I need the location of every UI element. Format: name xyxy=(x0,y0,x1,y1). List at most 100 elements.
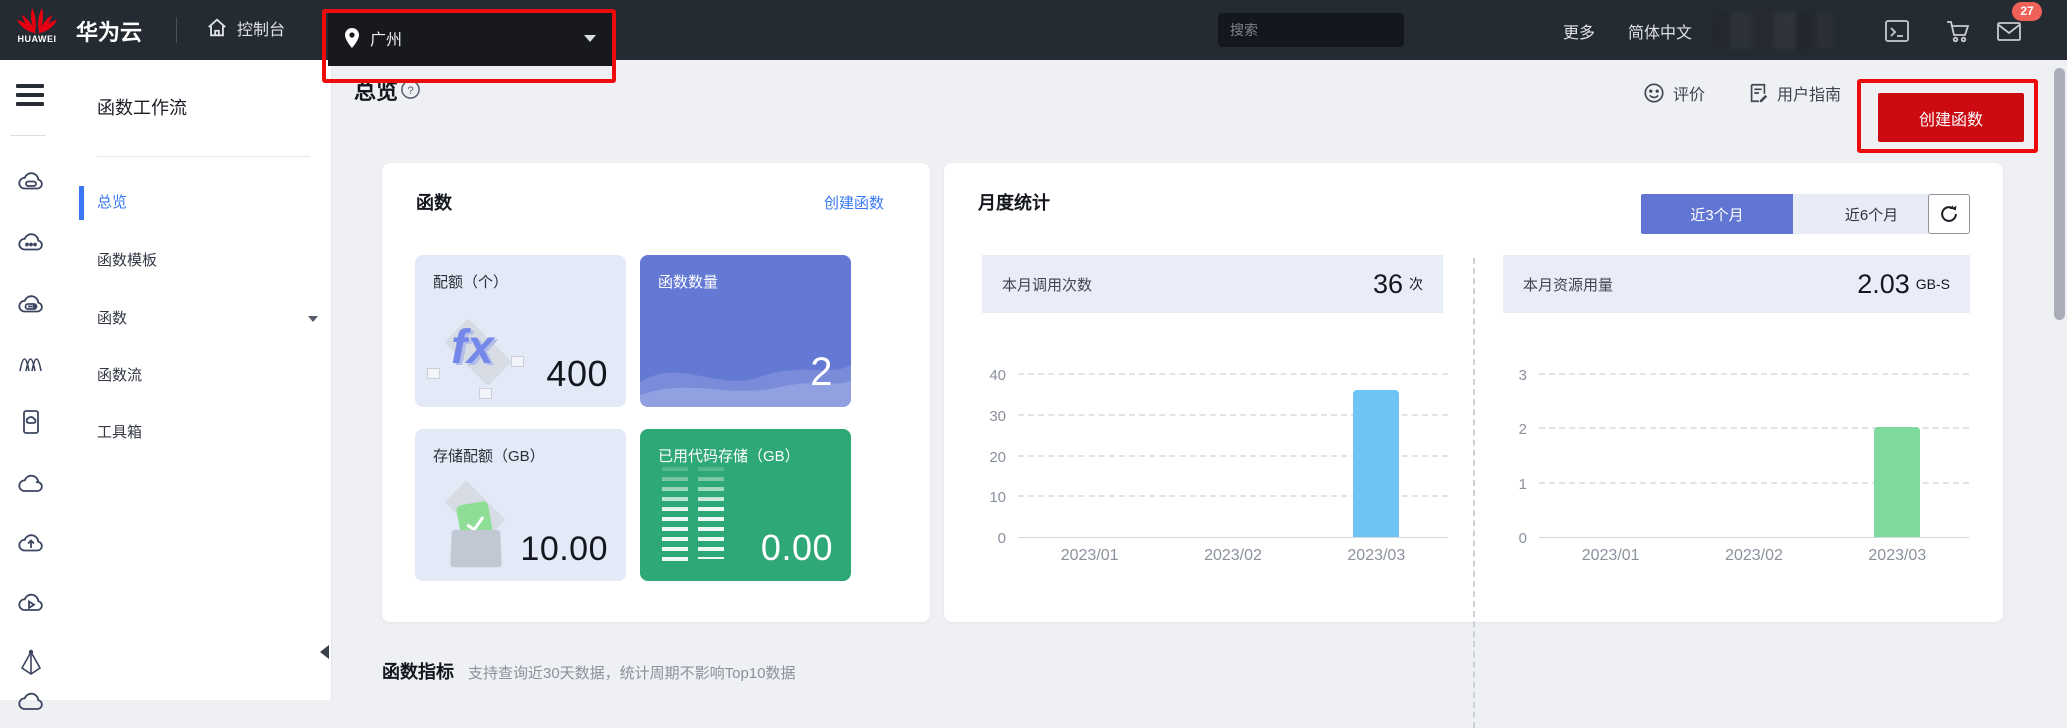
sidebar-title: 函数工作流 xyxy=(97,94,187,120)
sidebar-item-toolbox[interactable]: 工具箱 xyxy=(62,413,332,453)
resource-usage-chart: 0 1 2 3 2023/012023/022023/03 xyxy=(1499,328,1969,566)
vector-pyramid-icon[interactable] xyxy=(16,648,46,678)
home-icon xyxy=(206,17,228,39)
guide-doc-icon xyxy=(1747,82,1769,104)
rail-divider xyxy=(10,135,46,136)
waves-icon[interactable] xyxy=(16,348,46,378)
refresh-icon xyxy=(1938,203,1960,225)
invocations-label: 本月调用次数 xyxy=(1002,274,1092,295)
huawei-logo[interactable]: HUAWEI xyxy=(14,6,60,54)
x-tick-label: 2023/02 xyxy=(1161,538,1304,566)
console-label: 控制台 xyxy=(237,16,285,40)
more-menu[interactable]: 更多 xyxy=(1563,19,1595,43)
resource-usage-statbox: 本月资源用量 2.03 GB-S xyxy=(1503,255,1970,313)
x-tick-label: 2023/01 xyxy=(1539,538,1682,566)
chart-plot xyxy=(1539,328,1969,538)
code-storage-value: 0.00 xyxy=(761,527,833,569)
sidebar-functiongraph: 函数工作流 总览 函数模板 函数 函数流 工具箱 xyxy=(62,60,332,700)
storage-box-icon xyxy=(429,475,529,573)
cloud-console-icon[interactable] xyxy=(16,291,46,321)
account-name-blurred[interactable] xyxy=(1712,12,1834,49)
console-link[interactable]: 控制台 xyxy=(206,16,285,40)
y-tick-label: 30 xyxy=(989,408,1006,425)
main-content: 总览 ? 评价 用户指南 创建函数 函数 创建函数 配额（个） fx 400 xyxy=(332,60,2067,700)
cli-terminal-icon[interactable] xyxy=(1884,18,1910,44)
nav-search xyxy=(1218,13,1404,47)
cloud-server-icon[interactable] xyxy=(16,168,46,198)
code-storage-label: 已用代码存储（GB） xyxy=(658,445,800,466)
invocations-statbox: 本月调用次数 36 次 xyxy=(982,255,1443,313)
sidebar-collapse-icon[interactable] xyxy=(320,645,329,659)
menu-hamburger-icon[interactable] xyxy=(16,84,44,111)
x-tick-label: 2023/02 xyxy=(1682,538,1825,566)
function-count-tile: 函数数量 2 xyxy=(640,255,851,407)
mail-icon[interactable] xyxy=(1996,18,2022,44)
region-label: 广州 xyxy=(370,26,402,50)
charts-divider xyxy=(1473,258,1475,728)
search-input[interactable] xyxy=(1218,22,1419,38)
y-tick-label: 3 xyxy=(1519,367,1527,384)
storage-quota-value: 10.00 xyxy=(520,530,608,569)
cloud-bottom-icon[interactable] xyxy=(16,688,46,718)
cloud-dots-icon[interactable] xyxy=(16,228,46,258)
sidebar-item-templates[interactable]: 函数模板 xyxy=(62,241,332,281)
monthly-stats-title: 月度统计 xyxy=(978,189,1050,215)
sidebar-item-overview[interactable]: 总览 xyxy=(62,183,332,223)
user-guide-button[interactable]: 用户指南 xyxy=(1747,81,1841,105)
storage-quota-tile: 存储配额（GB） 10.00 xyxy=(415,429,626,581)
svg-text:?: ? xyxy=(407,85,413,97)
scrollbar-thumb[interactable] xyxy=(2054,68,2065,320)
huawei-logo-word: HUAWEI xyxy=(14,34,60,44)
y-tick-label: 0 xyxy=(1519,530,1527,547)
smiley-icon xyxy=(1643,82,1665,104)
monthly-stats-card: 月度统计 近3个月 近6个月 本月调用次数 36 次 本月资源用量 2.03 G… xyxy=(944,163,2003,622)
quota-tile: 配额（个） fx 400 xyxy=(415,255,626,407)
help-icon[interactable]: ? xyxy=(400,79,421,100)
resource-usage-unit: GB-S xyxy=(1916,276,1950,292)
feedback-button[interactable]: 评价 xyxy=(1643,81,1705,105)
chart-xlabels: 2023/012023/022023/03 xyxy=(1018,538,1448,566)
y-tick-label: 20 xyxy=(989,449,1006,466)
doc-cloud-icon[interactable] xyxy=(16,407,46,437)
invocations-unit: 次 xyxy=(1409,274,1423,294)
chart-xlabels: 2023/012023/022023/03 xyxy=(1539,538,1969,566)
chart-bar xyxy=(1874,427,1920,537)
function-count-label: 函数数量 xyxy=(658,271,718,292)
cloud-play-icon[interactable] xyxy=(16,589,46,619)
brand-title[interactable]: 华为云 xyxy=(76,15,142,47)
page-title: 总览 xyxy=(354,74,398,106)
invocations-chart: 010203040 2023/012023/022023/03 xyxy=(978,328,1448,566)
fx-3d-icon: fx xyxy=(425,301,535,401)
language-switcher[interactable]: 简体中文 xyxy=(1628,19,1692,43)
function-card: 函数 创建函数 配额（个） fx 400 函数数量 2 存储配额（GB） xyxy=(382,163,930,622)
nav-divider xyxy=(176,17,177,43)
service-rail xyxy=(0,60,63,700)
y-tick-label: 1 xyxy=(1519,476,1527,493)
location-pin-icon xyxy=(344,28,360,48)
refresh-button[interactable] xyxy=(1928,194,1970,234)
code-storage-tile: 已用代码存储（GB） 0.00 xyxy=(640,429,851,581)
quota-label: 配额（个） xyxy=(433,271,508,292)
function-card-title: 函数 xyxy=(416,189,452,215)
cart-icon[interactable] xyxy=(1945,18,1971,44)
y-tick-label: 10 xyxy=(989,489,1006,506)
cloud-upload-icon[interactable] xyxy=(16,529,46,559)
chart-plot xyxy=(1018,328,1448,538)
create-function-link[interactable]: 创建函数 xyxy=(824,192,884,213)
y-tick-label: 2 xyxy=(1519,421,1527,438)
notification-badge[interactable]: 27 xyxy=(2012,2,2042,21)
cloud-icon[interactable] xyxy=(16,470,46,500)
metrics-note: 支持查询近30天数据，统计周期不影响Top10数据 xyxy=(468,662,796,683)
range-6-months-button[interactable]: 近6个月 xyxy=(1793,194,1950,234)
create-function-button[interactable]: 创建函数 xyxy=(1878,93,2024,142)
chart-ylabels: 010203040 xyxy=(978,328,1018,538)
range-3-months-button[interactable]: 近3个月 xyxy=(1641,194,1793,234)
chart-ylabels: 0123 xyxy=(1499,328,1539,538)
sidebar-item-flows[interactable]: 函数流 xyxy=(62,356,332,396)
y-tick-label: 40 xyxy=(989,367,1006,384)
sidebar-item-functions[interactable]: 函数 xyxy=(62,299,332,339)
huawei-cloud-console: { "topnav": { "brand": "华为云", "brand_log… xyxy=(0,0,2067,700)
metrics-section-header: 函数指标 支持查询近30天数据，统计周期不影响Top10数据 xyxy=(382,658,796,684)
x-tick-label: 2023/03 xyxy=(1305,538,1448,566)
region-selector[interactable]: 广州 xyxy=(328,10,612,66)
